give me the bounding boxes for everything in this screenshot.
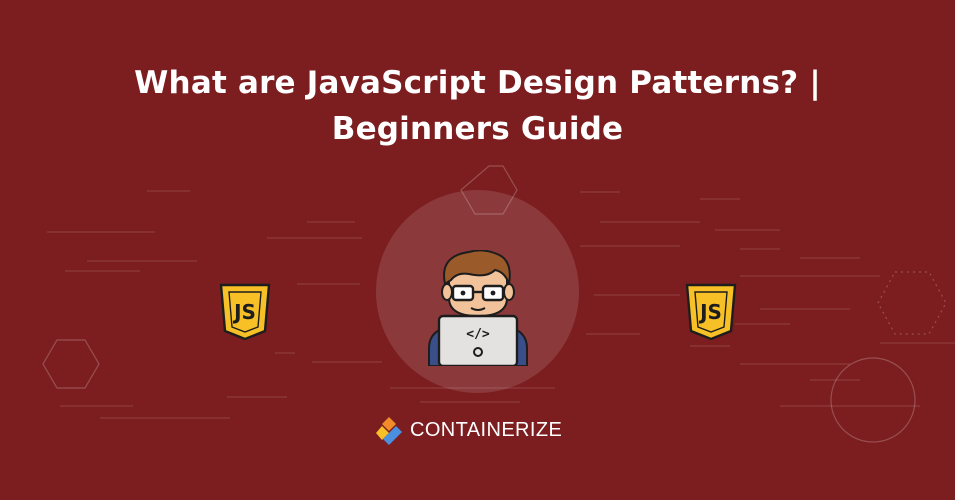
title-line-1: What are JavaScript Design Patterns? | [134,65,821,101]
javascript-icon: JS [219,283,271,341]
js-badge-label: JS [698,300,722,324]
page-title: What are JavaScript Design Patterns? | B… [0,60,955,152]
brand-name: CONTAINERIZE [410,418,563,441]
developer-laptop-icon: </> [428,250,528,366]
brand: CONTAINERIZE [376,414,562,446]
banner: What are JavaScript Design Patterns? | B… [0,0,955,500]
js-badge-label: JS [232,300,256,324]
title-line-2: Beginners Guide [331,111,624,147]
containerize-logo-icon [376,417,402,445]
javascript-icon: JS [685,283,737,341]
code-glyph: </> [466,327,490,342]
